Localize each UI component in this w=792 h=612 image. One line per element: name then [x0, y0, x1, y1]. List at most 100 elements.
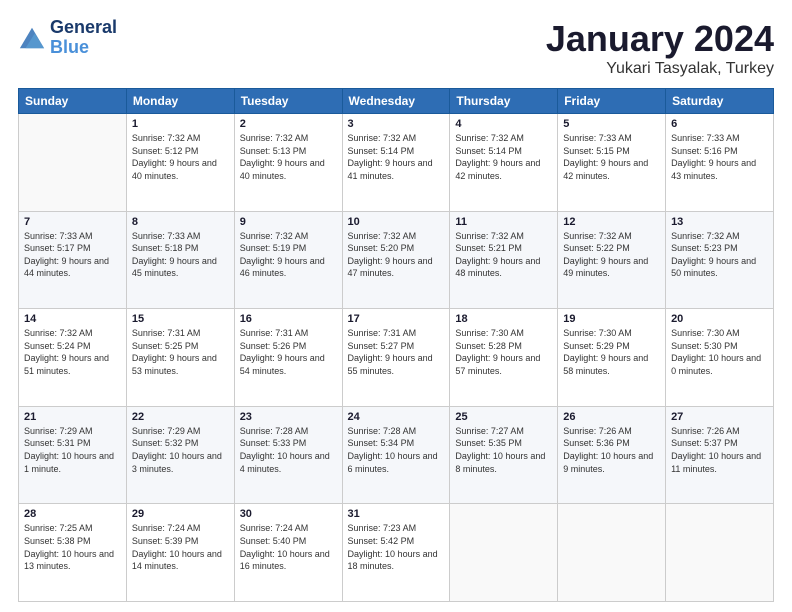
day-number: 28: [24, 508, 121, 520]
calendar-cell: 14 Sunrise: 7:32 AMSunset: 5:24 PMDayligh…: [19, 309, 127, 407]
day-info: Sunrise: 7:28 AMSunset: 5:34 PMDaylight:…: [348, 425, 445, 475]
logo-icon: [18, 24, 46, 52]
day-info: Sunrise: 7:26 AMSunset: 5:37 PMDaylight:…: [671, 425, 768, 475]
day-info: Sunrise: 7:24 AMSunset: 5:39 PMDaylight:…: [132, 522, 229, 572]
calendar-cell: 8Sunrise: 7:33 AMSunset: 5:18 PMDaylight…: [126, 211, 234, 309]
calendar-cell: 21 Sunrise: 7:29 AMSunset: 5:31 PMDayligh…: [19, 406, 127, 504]
header-tuesday: Tuesday: [234, 89, 342, 114]
day-info: Sunrise: 7:31 AMSunset: 5:25 PMDaylight:…: [132, 327, 229, 377]
calendar-cell: 28 Sunrise: 7:25 AMSunset: 5:38 PMDayligh…: [19, 504, 127, 602]
calendar-cell: 3 Sunrise: 7:32 AMSunset: 5:14 PMDaylight…: [342, 114, 450, 212]
day-number: 25: [455, 411, 552, 423]
calendar-cell: 12 Sunrise: 7:32 AMSunset: 5:22 PMDayligh…: [558, 211, 666, 309]
location-title: Yukari Tasyalak, Turkey: [546, 60, 774, 78]
day-info: Sunrise: 7:33 AMSunset: 5:16 PMDaylight:…: [671, 132, 768, 182]
day-info: Sunrise: 7:32 AMSunset: 5:24 PMDaylight:…: [24, 327, 121, 377]
day-info: Sunrise: 7:32 AMSunset: 5:23 PMDaylight:…: [671, 230, 768, 280]
day-info: Sunrise: 7:32 AMSunset: 5:14 PMDaylight:…: [348, 132, 445, 182]
day-info: Sunrise: 7:32 AMSunset: 5:13 PMDaylight:…: [240, 132, 337, 182]
day-number: 21: [24, 411, 121, 423]
logo: General Blue: [18, 18, 117, 58]
day-number: 4: [455, 118, 552, 130]
day-info: Sunrise: 7:32 AMSunset: 5:14 PMDaylight:…: [455, 132, 552, 182]
day-info: Sunrise: 7:26 AMSunset: 5:36 PMDaylight:…: [563, 425, 660, 475]
calendar-cell: 19 Sunrise: 7:30 AMSunset: 5:29 PMDayligh…: [558, 309, 666, 407]
week-row-3: 21 Sunrise: 7:29 AMSunset: 5:31 PMDayligh…: [19, 406, 774, 504]
header-sunday: Sunday: [19, 89, 127, 114]
header-wednesday: Wednesday: [342, 89, 450, 114]
calendar-cell: 30Sunrise: 7:24 AMSunset: 5:40 PMDayligh…: [234, 504, 342, 602]
calendar-cell: 13 Sunrise: 7:32 AMSunset: 5:23 PMDayligh…: [666, 211, 774, 309]
week-row-4: 28 Sunrise: 7:25 AMSunset: 5:38 PMDayligh…: [19, 504, 774, 602]
header: General Blue January 2024 Yukari Tasyala…: [18, 18, 774, 78]
calendar-cell: 6 Sunrise: 7:33 AMSunset: 5:16 PMDaylight…: [666, 114, 774, 212]
calendar-cell: 29 Sunrise: 7:24 AMSunset: 5:39 PMDayligh…: [126, 504, 234, 602]
logo-text: General Blue: [50, 18, 117, 58]
header-saturday: Saturday: [666, 89, 774, 114]
week-row-0: 1Sunrise: 7:32 AMSunset: 5:12 PMDaylight…: [19, 114, 774, 212]
day-info: Sunrise: 7:27 AMSunset: 5:35 PMDaylight:…: [455, 425, 552, 475]
calendar-cell: 26 Sunrise: 7:26 AMSunset: 5:36 PMDayligh…: [558, 406, 666, 504]
calendar-cell: 15Sunrise: 7:31 AMSunset: 5:25 PMDayligh…: [126, 309, 234, 407]
day-info: Sunrise: 7:33 AMSunset: 5:17 PMDaylight:…: [24, 230, 121, 280]
calendar-table: SundayMondayTuesdayWednesdayThursdayFrid…: [18, 88, 774, 602]
day-number: 5: [563, 118, 660, 130]
day-info: Sunrise: 7:31 AMSunset: 5:26 PMDaylight:…: [240, 327, 337, 377]
day-info: Sunrise: 7:31 AMSunset: 5:27 PMDaylight:…: [348, 327, 445, 377]
day-number: 3: [348, 118, 445, 130]
day-number: 19: [563, 313, 660, 325]
day-number: 8: [132, 216, 229, 228]
day-number: 29: [132, 508, 229, 520]
calendar-cell: 27Sunrise: 7:26 AMSunset: 5:37 PMDayligh…: [666, 406, 774, 504]
day-number: 20: [671, 313, 768, 325]
month-title: January 2024: [546, 18, 774, 60]
calendar-cell: 16Sunrise: 7:31 AMSunset: 5:26 PMDayligh…: [234, 309, 342, 407]
calendar-cell: 25 Sunrise: 7:27 AMSunset: 5:35 PMDayligh…: [450, 406, 558, 504]
day-number: 9: [240, 216, 337, 228]
calendar-cell: 11Sunrise: 7:32 AMSunset: 5:21 PMDayligh…: [450, 211, 558, 309]
day-number: 14: [24, 313, 121, 325]
day-info: Sunrise: 7:23 AMSunset: 5:42 PMDaylight:…: [348, 522, 445, 572]
calendar-cell: 9 Sunrise: 7:32 AMSunset: 5:19 PMDaylight…: [234, 211, 342, 309]
day-info: Sunrise: 7:30 AMSunset: 5:30 PMDaylight:…: [671, 327, 768, 377]
logo-general: General: [50, 18, 117, 38]
calendar-cell: 18Sunrise: 7:30 AMSunset: 5:28 PMDayligh…: [450, 309, 558, 407]
day-info: Sunrise: 7:32 AMSunset: 5:19 PMDaylight:…: [240, 230, 337, 280]
logo-blue: Blue: [50, 37, 89, 57]
day-number: 13: [671, 216, 768, 228]
calendar-cell: [450, 504, 558, 602]
day-number: 7: [24, 216, 121, 228]
day-number: 17: [348, 313, 445, 325]
day-info: Sunrise: 7:33 AMSunset: 5:15 PMDaylight:…: [563, 132, 660, 182]
calendar-cell: [666, 504, 774, 602]
calendar-cell: 20 Sunrise: 7:30 AMSunset: 5:30 PMDayligh…: [666, 309, 774, 407]
day-info: Sunrise: 7:25 AMSunset: 5:38 PMDaylight:…: [24, 522, 121, 572]
header-friday: Friday: [558, 89, 666, 114]
day-number: 10: [348, 216, 445, 228]
calendar-cell: [19, 114, 127, 212]
day-info: Sunrise: 7:28 AMSunset: 5:33 PMDaylight:…: [240, 425, 337, 475]
day-number: 6: [671, 118, 768, 130]
calendar-cell: [558, 504, 666, 602]
week-row-1: 7 Sunrise: 7:33 AMSunset: 5:17 PMDaylight…: [19, 211, 774, 309]
day-info: Sunrise: 7:24 AMSunset: 5:40 PMDaylight:…: [240, 522, 337, 572]
day-number: 26: [563, 411, 660, 423]
calendar-cell: 4 Sunrise: 7:32 AMSunset: 5:14 PMDaylight…: [450, 114, 558, 212]
calendar-cell: 23 Sunrise: 7:28 AMSunset: 5:33 PMDayligh…: [234, 406, 342, 504]
page: General Blue January 2024 Yukari Tasyala…: [0, 0, 792, 612]
day-info: Sunrise: 7:30 AMSunset: 5:29 PMDaylight:…: [563, 327, 660, 377]
calendar-cell: 10 Sunrise: 7:32 AMSunset: 5:20 PMDayligh…: [342, 211, 450, 309]
day-info: Sunrise: 7:29 AMSunset: 5:31 PMDaylight:…: [24, 425, 121, 475]
day-info: Sunrise: 7:32 AMSunset: 5:22 PMDaylight:…: [563, 230, 660, 280]
calendar-cell: 24 Sunrise: 7:28 AMSunset: 5:34 PMDayligh…: [342, 406, 450, 504]
calendar-cell: 7 Sunrise: 7:33 AMSunset: 5:17 PMDaylight…: [19, 211, 127, 309]
day-number: 24: [348, 411, 445, 423]
day-number: 23: [240, 411, 337, 423]
day-number: 12: [563, 216, 660, 228]
day-info: Sunrise: 7:32 AMSunset: 5:20 PMDaylight:…: [348, 230, 445, 280]
day-info: Sunrise: 7:32 AMSunset: 5:12 PMDaylight:…: [132, 132, 229, 182]
header-row: SundayMondayTuesdayWednesdayThursdayFrid…: [19, 89, 774, 114]
calendar-cell: 1Sunrise: 7:32 AMSunset: 5:12 PMDaylight…: [126, 114, 234, 212]
day-info: Sunrise: 7:30 AMSunset: 5:28 PMDaylight:…: [455, 327, 552, 377]
calendar-cell: 2Sunrise: 7:32 AMSunset: 5:13 PMDaylight…: [234, 114, 342, 212]
